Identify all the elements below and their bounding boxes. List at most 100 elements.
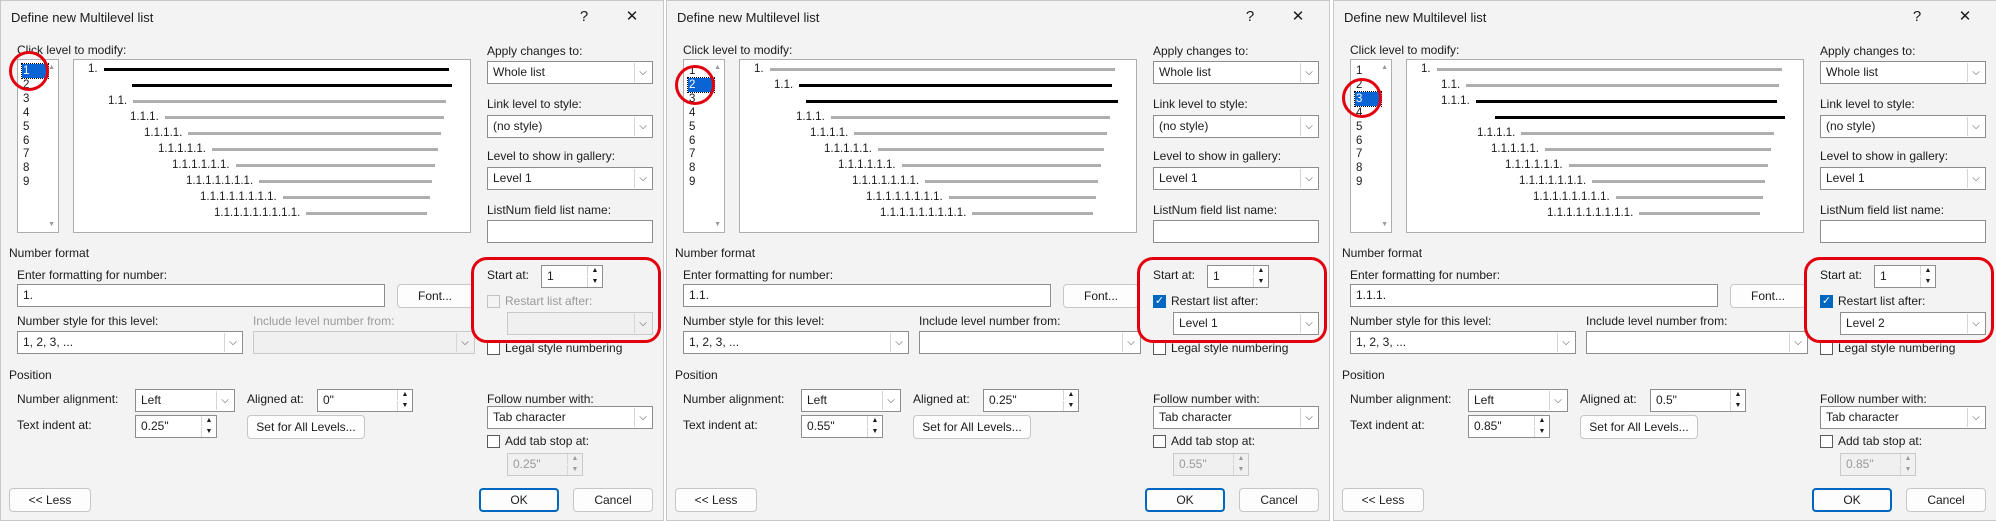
- font-button[interactable]: Font...: [397, 284, 473, 308]
- spin-down-icon[interactable]: ▼: [567, 465, 582, 475]
- help-button[interactable]: ?: [567, 5, 601, 29]
- apply-changes-select[interactable]: Whole list ⌵: [1820, 61, 1986, 84]
- spin-up-icon[interactable]: ▲: [1063, 390, 1078, 400]
- legal-style-checkbox[interactable]: [1820, 342, 1833, 355]
- level-option[interactable]: 7: [688, 147, 714, 161]
- scroll-up-icon[interactable]: ▲: [714, 64, 721, 71]
- listnum-input[interactable]: [1153, 220, 1319, 243]
- help-button[interactable]: ?: [1233, 5, 1267, 29]
- level-option[interactable]: 6: [688, 134, 714, 148]
- spin-up-icon[interactable]: ▲: [397, 390, 412, 400]
- legal-style-checkbox[interactable]: [1153, 342, 1166, 355]
- include-level-select[interactable]: ⌵: [919, 331, 1141, 354]
- less-button[interactable]: << Less: [9, 488, 91, 512]
- formatting-input[interactable]: 1.1.: [683, 284, 1051, 307]
- spin-down-icon[interactable]: ▼: [1900, 465, 1915, 475]
- aligned-at-spinner[interactable]: 0" ▲ ▼: [317, 389, 413, 412]
- level-option[interactable]: 5: [688, 120, 714, 134]
- spin-down-icon[interactable]: ▼: [201, 427, 216, 437]
- scroll-up-icon[interactable]: ▲: [48, 64, 55, 71]
- less-button[interactable]: << Less: [1342, 488, 1424, 512]
- spin-up-icon[interactable]: ▲: [1233, 454, 1248, 464]
- spin-up-icon[interactable]: ▲: [567, 454, 582, 464]
- include-level-select[interactable]: ⌵: [253, 331, 475, 354]
- text-indent-spinner[interactable]: 0.55" ▲ ▼: [801, 415, 883, 438]
- level-option[interactable]: 9: [688, 175, 714, 189]
- spin-down-icon[interactable]: ▼: [1063, 401, 1078, 411]
- spin-down-icon[interactable]: ▼: [1730, 401, 1745, 411]
- level-option[interactable]: 4: [688, 106, 714, 120]
- level-option[interactable]: 7: [1355, 147, 1381, 161]
- close-button[interactable]: ✕: [615, 5, 649, 29]
- apply-changes-select[interactable]: Whole list ⌵: [487, 61, 653, 84]
- set-for-all-levels-button[interactable]: Set for All Levels...: [247, 415, 365, 439]
- spin-up-icon[interactable]: ▲: [1534, 416, 1549, 426]
- link-level-select[interactable]: (no style) ⌵: [1153, 115, 1319, 138]
- tab-stop-spinner[interactable]: 0.85" ▲ ▼: [1840, 453, 1916, 476]
- number-alignment-select[interactable]: Left ⌵: [135, 389, 235, 412]
- listnum-input[interactable]: [487, 220, 653, 243]
- level-option[interactable]: 1: [1355, 64, 1381, 78]
- tab-stop-spinner[interactable]: 0.25" ▲ ▼: [507, 453, 583, 476]
- number-style-select[interactable]: 1, 2, 3, ... ⌵: [1350, 331, 1576, 354]
- add-tab-stop-checkbox[interactable]: [1820, 435, 1833, 448]
- follow-number-select[interactable]: Tab character ⌵: [487, 406, 653, 429]
- spin-up-icon[interactable]: ▲: [1730, 390, 1745, 400]
- ok-button[interactable]: OK: [1812, 488, 1892, 512]
- gallery-level-select[interactable]: Level 1 ⌵: [1153, 167, 1319, 190]
- level-option[interactable]: 9: [22, 175, 48, 189]
- level-option[interactable]: 8: [22, 161, 48, 175]
- aligned-at-spinner[interactable]: 0.5" ▲ ▼: [1650, 389, 1746, 412]
- formatting-input[interactable]: 1.: [17, 284, 385, 307]
- scroll-down-icon[interactable]: ▼: [48, 221, 55, 228]
- scroll-down-icon[interactable]: ▼: [714, 221, 721, 228]
- level-option[interactable]: 4: [22, 106, 48, 120]
- level-option[interactable]: 6: [1355, 134, 1381, 148]
- spin-down-icon[interactable]: ▼: [1233, 465, 1248, 475]
- follow-number-select[interactable]: Tab character ⌵: [1820, 406, 1986, 429]
- spin-up-icon[interactable]: ▲: [1900, 454, 1915, 464]
- spin-up-icon[interactable]: ▲: [201, 416, 216, 426]
- scroll-up-icon[interactable]: ▲: [1381, 64, 1388, 71]
- tab-stop-spinner[interactable]: 0.55" ▲ ▼: [1173, 453, 1249, 476]
- aligned-at-spinner[interactable]: 0.25" ▲ ▼: [983, 389, 1079, 412]
- link-level-select[interactable]: (no style) ⌵: [487, 115, 653, 138]
- less-button[interactable]: << Less: [675, 488, 757, 512]
- level-option[interactable]: 5: [1355, 120, 1381, 134]
- text-indent-spinner[interactable]: 0.25" ▲ ▼: [135, 415, 217, 438]
- add-tab-stop-checkbox[interactable]: [1153, 435, 1166, 448]
- level-option[interactable]: 8: [1355, 161, 1381, 175]
- follow-number-select[interactable]: Tab character ⌵: [1153, 406, 1319, 429]
- spin-down-icon[interactable]: ▼: [397, 401, 412, 411]
- number-style-select[interactable]: 1, 2, 3, ... ⌵: [17, 331, 243, 354]
- number-alignment-select[interactable]: Left ⌵: [801, 389, 901, 412]
- spin-down-icon[interactable]: ▼: [1534, 427, 1549, 437]
- level-option[interactable]: 3: [22, 92, 48, 106]
- include-level-select[interactable]: ⌵: [1586, 331, 1808, 354]
- cancel-button[interactable]: Cancel: [1239, 488, 1319, 512]
- number-style-select[interactable]: 1, 2, 3, ... ⌵: [683, 331, 909, 354]
- close-button[interactable]: ✕: [1281, 5, 1315, 29]
- spin-down-icon[interactable]: ▼: [867, 427, 882, 437]
- cancel-button[interactable]: Cancel: [573, 488, 653, 512]
- spin-up-icon[interactable]: ▲: [867, 416, 882, 426]
- legal-style-checkbox[interactable]: [487, 342, 500, 355]
- gallery-level-select[interactable]: Level 1 ⌵: [487, 167, 653, 190]
- font-button[interactable]: Font...: [1730, 284, 1806, 308]
- close-button[interactable]: ✕: [1948, 5, 1982, 29]
- set-for-all-levels-button[interactable]: Set for All Levels...: [1580, 415, 1698, 439]
- add-tab-stop-checkbox[interactable]: [487, 435, 500, 448]
- listnum-input[interactable]: [1820, 220, 1986, 243]
- link-level-select[interactable]: (no style) ⌵: [1820, 115, 1986, 138]
- formatting-input[interactable]: 1.1.1.: [1350, 284, 1718, 307]
- text-indent-spinner[interactable]: 0.85" ▲ ▼: [1468, 415, 1550, 438]
- ok-button[interactable]: OK: [479, 488, 559, 512]
- level-option[interactable]: 5: [22, 120, 48, 134]
- level-option[interactable]: 8: [688, 161, 714, 175]
- level-option[interactable]: 7: [22, 147, 48, 161]
- set-for-all-levels-button[interactable]: Set for All Levels...: [913, 415, 1031, 439]
- level-option[interactable]: 6: [22, 134, 48, 148]
- scroll-down-icon[interactable]: ▼: [1381, 221, 1388, 228]
- ok-button[interactable]: OK: [1145, 488, 1225, 512]
- help-button[interactable]: ?: [1900, 5, 1934, 29]
